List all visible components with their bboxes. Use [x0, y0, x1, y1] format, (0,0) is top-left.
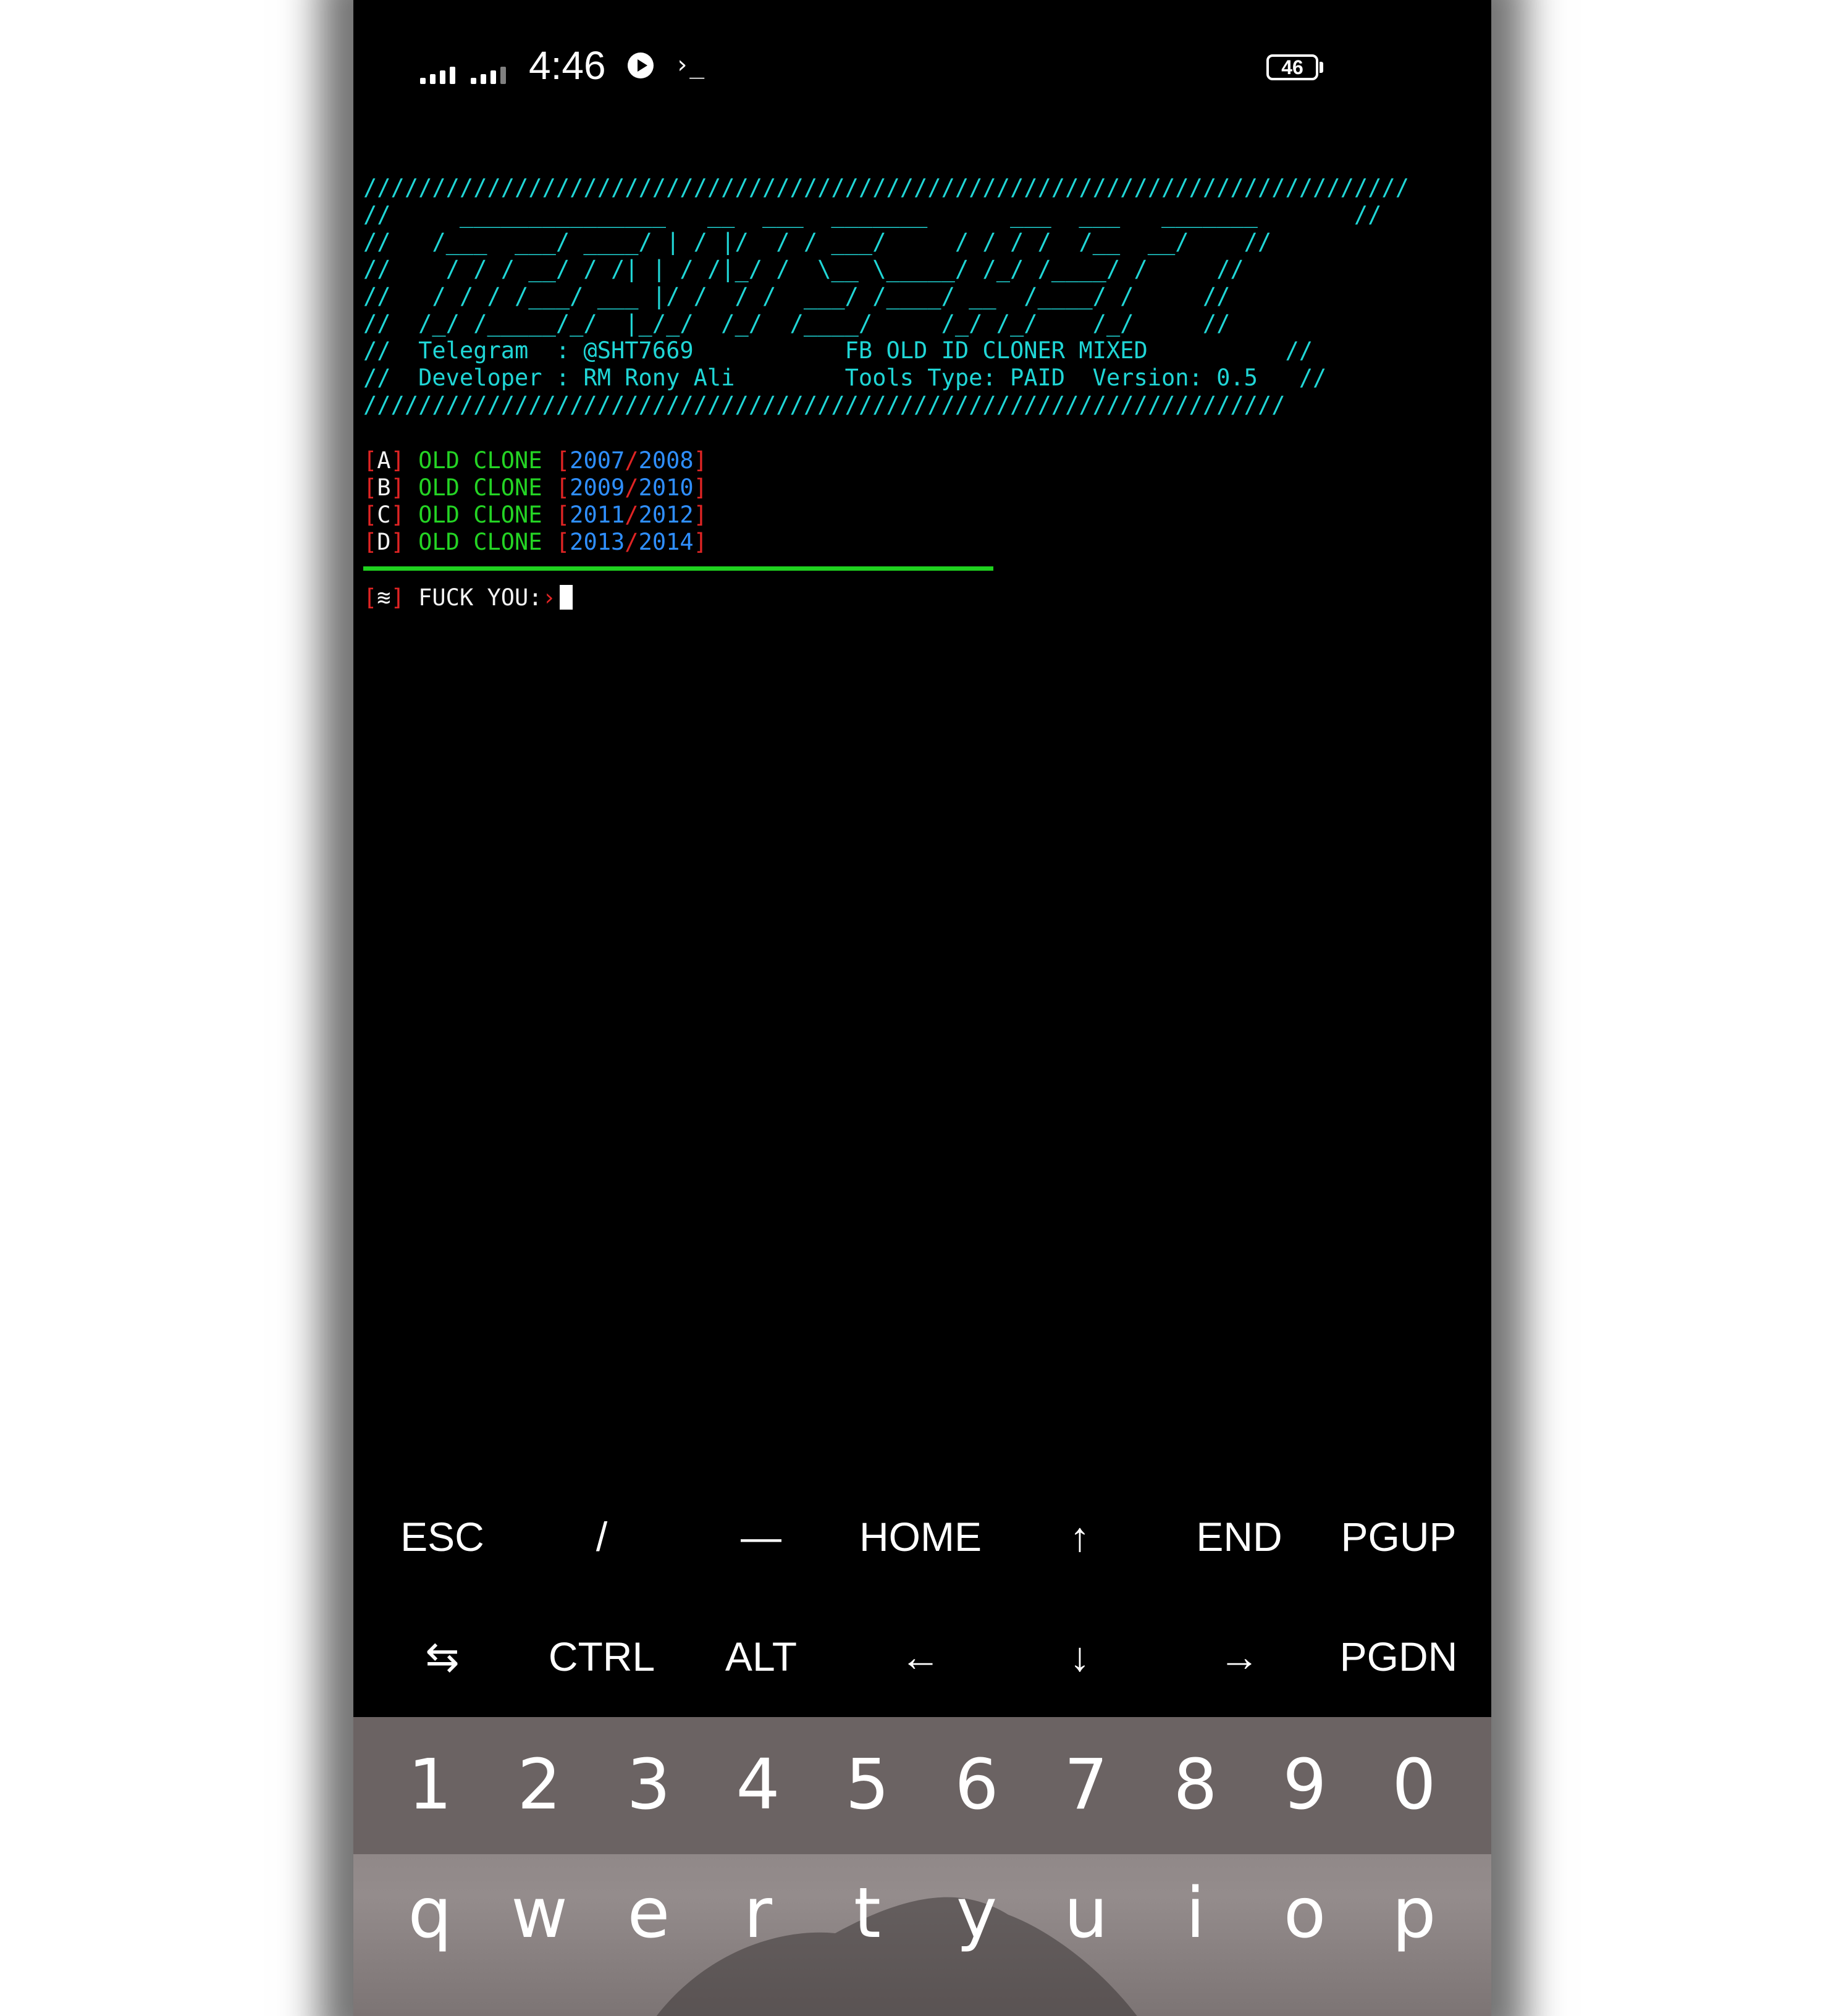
menu-option-b[interactable]: [B] OLD CLONE [2009/2010] — [363, 474, 707, 502]
option-year: 2007 — [570, 447, 625, 474]
banner-line: // /_/ /_____/_/ |_/_/ /_/ /____/ /_/ /_… — [363, 310, 1231, 337]
ascii-banner: ////////////////////////////////////////… — [363, 174, 1409, 419]
extra-keys-row-1: ESC / — HOME ↑ END PGUP — [353, 1500, 1491, 1574]
telegram-line: // Telegram : @SHT7669 FB OLD ID CLONER … — [363, 337, 1313, 364]
arrow-right-key[interactable]: → — [1159, 1619, 1320, 1694]
key-0[interactable]: 0 — [1365, 1742, 1463, 1828]
banner-line: // / / / /___/ ___ |/ / / / ___/ /____/ … — [363, 283, 1231, 309]
developer-line: // Developer : RM Rony Ali Tools Type: P… — [363, 364, 1327, 391]
prompt-arrow-icon: › — [542, 584, 556, 611]
key-7[interactable]: 7 — [1037, 1742, 1135, 1828]
option-key: A — [377, 447, 391, 474]
key-r[interactable]: r — [709, 1870, 807, 1957]
banner-line: // _______________ __ ___ _______ ___ __… — [363, 201, 1382, 228]
key-1[interactable]: 1 — [381, 1742, 479, 1828]
prompt-symbol: ≋ — [377, 584, 391, 611]
number-row: 1 2 3 4 5 6 7 8 9 0 — [353, 1717, 1491, 1854]
option-year: 2012 — [638, 502, 694, 528]
key-5[interactable]: 5 — [818, 1742, 917, 1828]
key-9[interactable]: 9 — [1255, 1742, 1354, 1828]
key-2[interactable]: 2 — [490, 1742, 589, 1828]
option-key: C — [377, 502, 391, 528]
status-time: 4:46 — [529, 43, 606, 88]
key-4[interactable]: 4 — [709, 1742, 807, 1828]
arrow-down-key[interactable]: ↓ — [1000, 1619, 1160, 1694]
esc-key[interactable]: ESC — [362, 1500, 523, 1574]
key-8[interactable]: 8 — [1146, 1742, 1245, 1828]
option-key: B — [377, 474, 391, 501]
text-cursor[interactable] — [559, 585, 573, 610]
key-3[interactable]: 3 — [599, 1742, 698, 1828]
extra-keys-row-2: ⇆ CTRL ALT ← ↓ → PGDN — [353, 1619, 1491, 1694]
key-6[interactable]: 6 — [927, 1742, 1026, 1828]
signal-icon — [471, 59, 506, 84]
end-key[interactable]: END — [1159, 1500, 1320, 1574]
phone-screen: 4:46 ›_ 46 /////////////////////////////… — [353, 0, 1491, 2016]
option-label: OLD CLONE — [418, 447, 542, 474]
option-year: 2011 — [570, 502, 625, 528]
status-bar: 4:46 ›_ 46 — [353, 0, 1491, 124]
banner-line: // /___ ___/ ____/ | / |/ / / ___/ / / /… — [363, 229, 1272, 255]
menu-option-d[interactable]: [D] OLD CLONE [2013/2014] — [363, 529, 707, 556]
banner-line: // / / / __/ / /| | / /|_/ / \__ \_____/… — [363, 256, 1244, 282]
ctrl-key[interactable]: CTRL — [521, 1619, 682, 1694]
slash-key[interactable]: / — [521, 1500, 682, 1574]
key-y[interactable]: y — [927, 1870, 1026, 1957]
pgup-key[interactable]: PGUP — [1318, 1500, 1479, 1574]
tab-key[interactable]: ⇆ — [362, 1619, 523, 1694]
key-u[interactable]: u — [1037, 1870, 1135, 1957]
home-key[interactable]: HOME — [840, 1500, 1001, 1574]
option-year: 2010 — [638, 474, 694, 501]
battery-tip — [1320, 62, 1323, 73]
option-year: 2014 — [638, 529, 694, 555]
arrow-left-key[interactable]: ← — [840, 1619, 1001, 1694]
key-i[interactable]: i — [1146, 1870, 1245, 1957]
option-label: OLD CLONE — [418, 474, 542, 501]
terminal-icon: ›_ — [675, 51, 705, 79]
soft-keyboard: 1 2 3 4 5 6 7 8 9 0 q w e r t y u i o p — [353, 1717, 1491, 2016]
input-prompt[interactable]: [≋] FUCK YOU:› — [363, 584, 573, 611]
key-w[interactable]: w — [490, 1870, 589, 1957]
prompt-text: FUCK YOU: — [418, 584, 542, 611]
option-year: 2009 — [570, 474, 625, 501]
option-key: D — [377, 529, 391, 555]
key-e[interactable]: e — [599, 1870, 698, 1957]
arrow-up-key[interactable]: ↑ — [1000, 1500, 1160, 1574]
option-label: OLD CLONE — [418, 502, 542, 528]
key-t[interactable]: t — [818, 1870, 917, 1957]
menu-option-c[interactable]: [C] OLD CLONE [2011/2012] — [363, 502, 707, 529]
option-year: 2008 — [638, 447, 694, 474]
banner-line: ////////////////////////////////////////… — [363, 392, 1286, 418]
media-play-icon — [628, 52, 654, 78]
banner-line: ////////////////////////////////////////… — [363, 174, 1409, 201]
pgdn-key[interactable]: PGDN — [1318, 1619, 1479, 1694]
dash-key[interactable]: — — [681, 1500, 841, 1574]
option-year: 2013 — [570, 529, 625, 555]
key-p[interactable]: p — [1365, 1870, 1463, 1957]
option-label: OLD CLONE — [418, 529, 542, 555]
alt-key[interactable]: ALT — [681, 1619, 841, 1694]
menu-option-a[interactable]: [A] OLD CLONE [2007/2008] — [363, 447, 707, 474]
battery-icon: 46 — [1266, 54, 1318, 80]
key-q[interactable]: q — [381, 1870, 479, 1957]
signal-icon — [420, 59, 455, 84]
key-o[interactable]: o — [1255, 1870, 1354, 1957]
menu-divider — [363, 566, 993, 571]
